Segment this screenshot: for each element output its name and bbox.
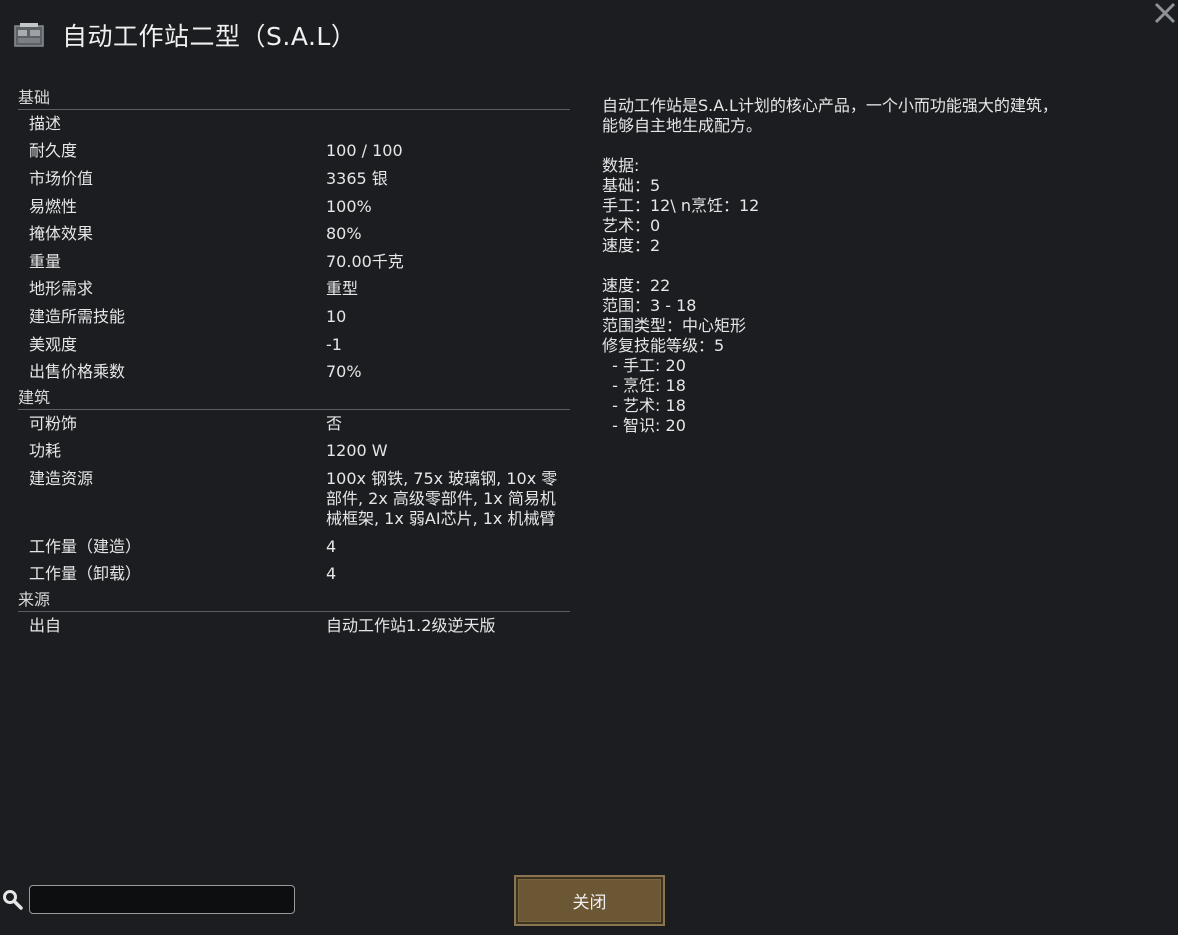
stat-row[interactable]: 工作量（建造） 4 — [18, 533, 570, 561]
category-header: 建筑 — [18, 386, 570, 410]
stat-value: 4 — [326, 536, 337, 556]
stat-row[interactable]: 地形需求 重型 — [18, 276, 570, 304]
stat-value: 80% — [326, 224, 362, 244]
category-header: 基础 — [18, 86, 570, 110]
stat-label: 工作量（建造） — [29, 536, 142, 556]
stat-label: 美观度 — [29, 334, 78, 354]
stat-label: 可粉饰 — [29, 413, 78, 433]
stat-row[interactable]: 出自 自动工作站1.2级逆天版 — [18, 612, 570, 640]
close-icon[interactable] — [1152, 0, 1178, 26]
stat-value: 3365 银 — [326, 168, 388, 188]
stat-row[interactable]: 描述 — [18, 110, 570, 138]
stat-value: 10 — [326, 306, 347, 326]
stat-label: 建造资源 — [29, 468, 94, 488]
stat-row[interactable]: 耐久度 100 / 100 — [18, 138, 570, 166]
stat-label: 耐久度 — [29, 141, 78, 161]
stat-label: 重量 — [29, 251, 62, 271]
stat-row[interactable]: 掩体效果 80% — [18, 220, 570, 248]
close-button[interactable]: 关闭 — [514, 875, 665, 926]
stat-row[interactable]: 出售价格乘数 70% — [18, 358, 570, 386]
stat-label: 出自 — [29, 615, 62, 635]
stat-value: 重型 — [326, 279, 359, 299]
stat-row[interactable]: 建造资源 100x 钢铁, 75x 玻璃钢, 10x 零部件, 2x 高级零部件,… — [18, 465, 570, 533]
stat-label: 描述 — [29, 113, 62, 133]
stat-label: 易燃性 — [29, 196, 78, 216]
search-icon — [3, 890, 23, 910]
stat-value: 70.00千克 — [326, 251, 404, 271]
stat-value: 否 — [326, 413, 343, 433]
close-button-label: 关闭 — [572, 893, 607, 913]
stat-label: 地形需求 — [29, 279, 94, 299]
stat-value: 100 / 100 — [326, 141, 403, 161]
window-title-bar: 自动工作站二型（S.A.L） — [14, 18, 356, 52]
stat-value: 70% — [326, 362, 362, 382]
stat-value: 自动工作站1.2级逆天版 — [326, 615, 496, 635]
stat-row[interactable]: 工作量（卸载） 4 — [18, 560, 570, 588]
description-text: 自动工作站是S.A.L计划的核心产品，一个小而功能强大的建筑， 能够自主地生成配… — [602, 96, 1058, 435]
stat-row[interactable]: 可粉饰 否 — [18, 410, 570, 438]
stat-row[interactable]: 易燃性 100% — [18, 193, 570, 221]
stat-row[interactable]: 重量 70.00千克 — [18, 248, 570, 276]
stat-label: 市场价值 — [29, 168, 94, 188]
stat-value: 100x 钢铁, 75x 玻璃钢, 10x 零部件, 2x 高级零部件, 1x … — [326, 468, 558, 528]
stat-value: -1 — [326, 334, 342, 354]
stat-label: 掩体效果 — [29, 224, 94, 244]
stats-table: 基础 描述 耐久度 100 / 100 市场价值 3365 银 易燃性 100% 掩体… — [18, 86, 570, 640]
stat-row[interactable]: 建造所需技能 10 — [18, 303, 570, 331]
stat-value: 100% — [326, 196, 372, 216]
stat-label: 出售价格乘数 — [29, 362, 126, 382]
stat-label: 功耗 — [29, 441, 62, 461]
stat-value: 1200 W — [326, 441, 388, 461]
stat-row[interactable]: 美观度 -1 — [18, 331, 570, 359]
stat-value: 4 — [326, 564, 337, 584]
search-input[interactable] — [29, 885, 295, 914]
category-header: 来源 — [18, 588, 570, 612]
workbench-icon — [14, 23, 44, 47]
stat-value — [316, 114, 570, 134]
stat-row[interactable]: 功耗 1200 W — [18, 438, 570, 466]
stat-label: 工作量（卸载） — [29, 564, 142, 584]
window-title: 自动工作站二型（S.A.L） — [62, 22, 357, 51]
stat-label: 建造所需技能 — [29, 306, 126, 326]
stat-row[interactable]: 市场价值 3365 银 — [18, 165, 570, 193]
